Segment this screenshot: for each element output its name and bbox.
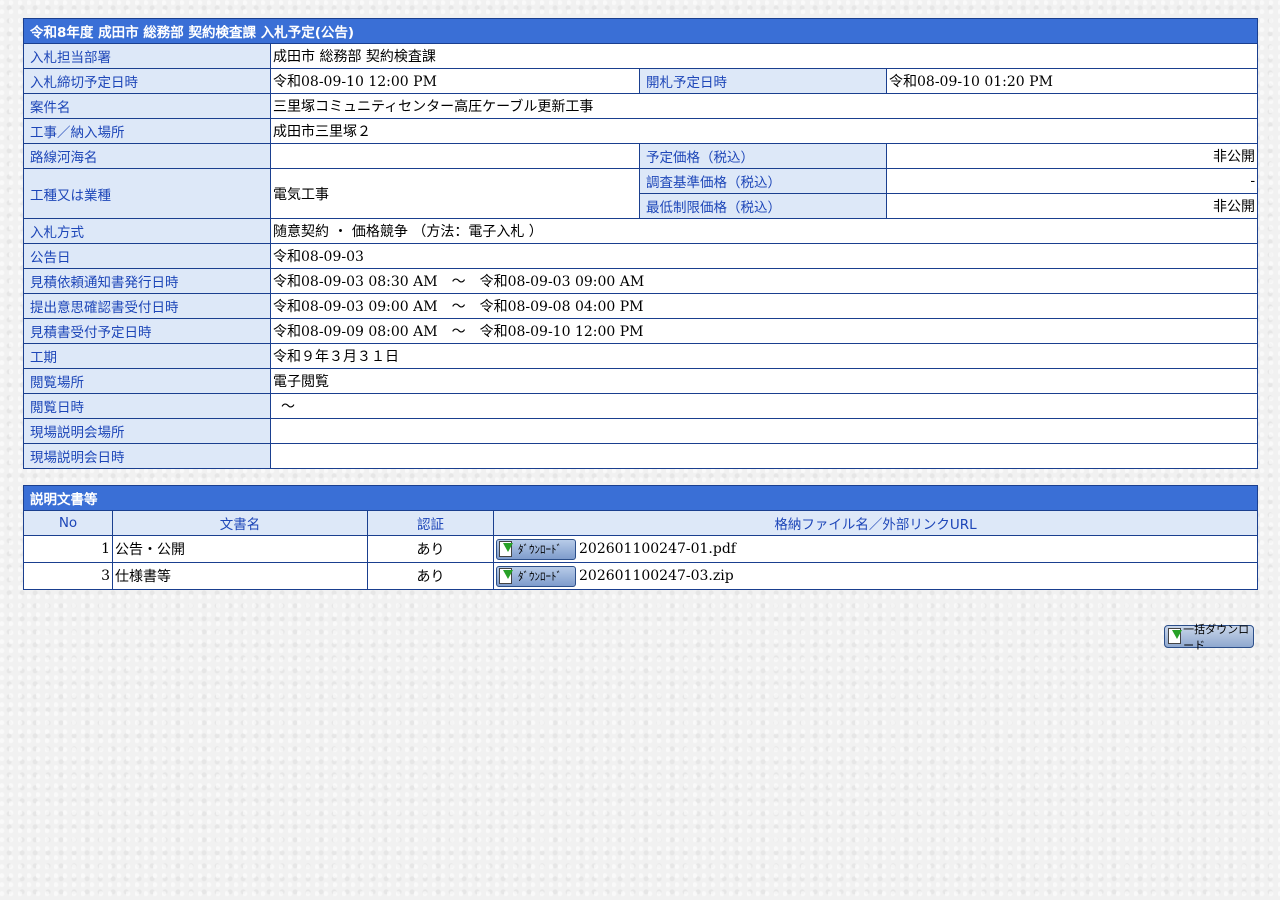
doc-file-cell: ﾀﾞｳﾝﾛｰﾄﾞ 202601100247-01.pdf	[493, 535, 1258, 563]
value-estimate-notice: 令和08-09-03 08:30 AM ～ 令和08-09-03 09:00 A…	[269, 268, 1259, 294]
table-row: 1 公告・公開 あり ﾀﾞｳﾝﾛｰﾄﾞ 202601100247-01.pdf	[23, 535, 1258, 563]
label-deadline: 入札締切予定日時	[23, 68, 271, 94]
value-view-place: 電子閲覧	[269, 368, 1259, 394]
download-button-label: ﾀﾞｳﾝﾛｰﾄﾞ	[518, 570, 562, 583]
label-announce-date: 公告日	[23, 243, 271, 269]
value-announce-date: 令和08-09-03	[269, 243, 1259, 269]
value-view-date: ～	[269, 393, 1259, 419]
value-site-place	[269, 418, 1259, 444]
value-planned-price: 非公開	[885, 143, 1259, 169]
label-opening: 開札予定日時	[639, 68, 887, 94]
label-dept: 入札担当部署	[23, 43, 271, 69]
value-opening: 令和08-09-10 01:20 PM	[885, 68, 1259, 94]
bulk-download-button[interactable]: 一括ダウンロード	[1164, 623, 1254, 652]
download-icon	[499, 567, 515, 585]
label-view-date: 閲覧日時	[23, 393, 271, 419]
value-survey-price: -	[885, 168, 1259, 194]
doc-file-name: 202601100247-03.zip	[579, 568, 734, 584]
col-no: No	[23, 510, 113, 536]
label-method: 入札方式	[23, 218, 271, 244]
download-button[interactable]: ﾀﾞｳﾝﾛｰﾄﾞ	[496, 538, 576, 560]
download-button-label: ﾀﾞｳﾝﾛｰﾄﾞ	[518, 543, 562, 556]
download-icon	[499, 540, 515, 558]
col-cert: 認証	[367, 510, 494, 536]
value-period: 令和９年３月３１日	[269, 343, 1259, 369]
value-route	[270, 143, 640, 169]
value-method: 随意契約 ・ 価格競争 （方法：電子入札 ）	[269, 218, 1259, 244]
value-estimate-receipt: 令和08-09-09 08:00 AM ～ 令和08-09-10 12:00 P…	[269, 318, 1259, 344]
doc-no: 1	[23, 535, 113, 563]
label-view-place: 閲覧場所	[23, 368, 271, 394]
value-location: 成田市三里塚２	[269, 118, 1259, 144]
value-dept: 成田市 総務部 契約検査課	[269, 43, 1259, 69]
value-site-date	[269, 443, 1259, 469]
table-row: 3 仕様書等 あり ﾀﾞｳﾝﾛｰﾄﾞ 202601100247-03.zip	[23, 562, 1258, 590]
label-case-name: 案件名	[23, 93, 271, 119]
value-intent-receipt: 令和08-09-03 09:00 AM ～ 令和08-09-08 04:00 P…	[269, 293, 1259, 319]
doc-cert: あり	[367, 535, 494, 563]
label-min-price: 最低制限価格（税込）	[639, 193, 887, 219]
notice-table: 令和8年度 成田市 総務部 契約検査課 入札予定(公告) 入札担当部署 成田市 …	[22, 18, 1259, 469]
doc-cert: あり	[367, 562, 494, 590]
value-min-price: 非公開	[885, 193, 1259, 219]
doc-file-name: 202601100247-01.pdf	[579, 541, 736, 557]
col-file: 格納ファイル名／外部リンクURL	[493, 510, 1258, 536]
bulk-download-label: 一括ダウンロード	[1183, 622, 1250, 652]
label-estimate-notice: 見積依頼通知書発行日時	[23, 268, 271, 294]
label-survey-price: 調査基準価格（税込）	[639, 168, 887, 194]
download-button[interactable]: ﾀﾞｳﾝﾛｰﾄﾞ	[496, 565, 576, 587]
label-period: 工期	[23, 343, 271, 369]
documents-title: 説明文書等	[23, 485, 1258, 511]
documents-table: 説明文書等 No 文書名 認証 格納ファイル名／外部リンクURL 1 公告・公開…	[23, 485, 1258, 590]
col-name: 文書名	[112, 510, 368, 536]
value-deadline: 令和08-09-10 12:00 PM	[270, 68, 640, 94]
doc-name: 公告・公開	[112, 535, 368, 563]
value-case-name: 三里塚コミュニティセンター高圧ケーブル更新工事	[269, 93, 1259, 119]
label-site-place: 現場説明会場所	[23, 418, 271, 444]
label-location: 工事／納入場所	[23, 118, 271, 144]
doc-file-cell: ﾀﾞｳﾝﾛｰﾄﾞ 202601100247-03.zip	[493, 562, 1258, 590]
value-work-type: 電気工事	[270, 168, 640, 219]
label-planned-price: 予定価格（税込）	[639, 143, 887, 169]
page-wrapper: 令和8年度 成田市 総務部 契約検査課 入札予定(公告) 入札担当部署 成田市 …	[22, 18, 1259, 590]
label-work-type: 工種又は業種	[23, 168, 271, 219]
label-estimate-receipt: 見積書受付予定日時	[23, 318, 271, 344]
download-icon	[1168, 628, 1182, 645]
label-intent-receipt: 提出意思確認書受付日時	[23, 293, 271, 319]
doc-name: 仕様書等	[112, 562, 368, 590]
doc-no: 3	[23, 562, 113, 590]
notice-title: 令和8年度 成田市 総務部 契約検査課 入札予定(公告)	[22, 18, 1259, 44]
label-route: 路線河海名	[23, 143, 271, 169]
label-site-date: 現場説明会日時	[23, 443, 271, 469]
